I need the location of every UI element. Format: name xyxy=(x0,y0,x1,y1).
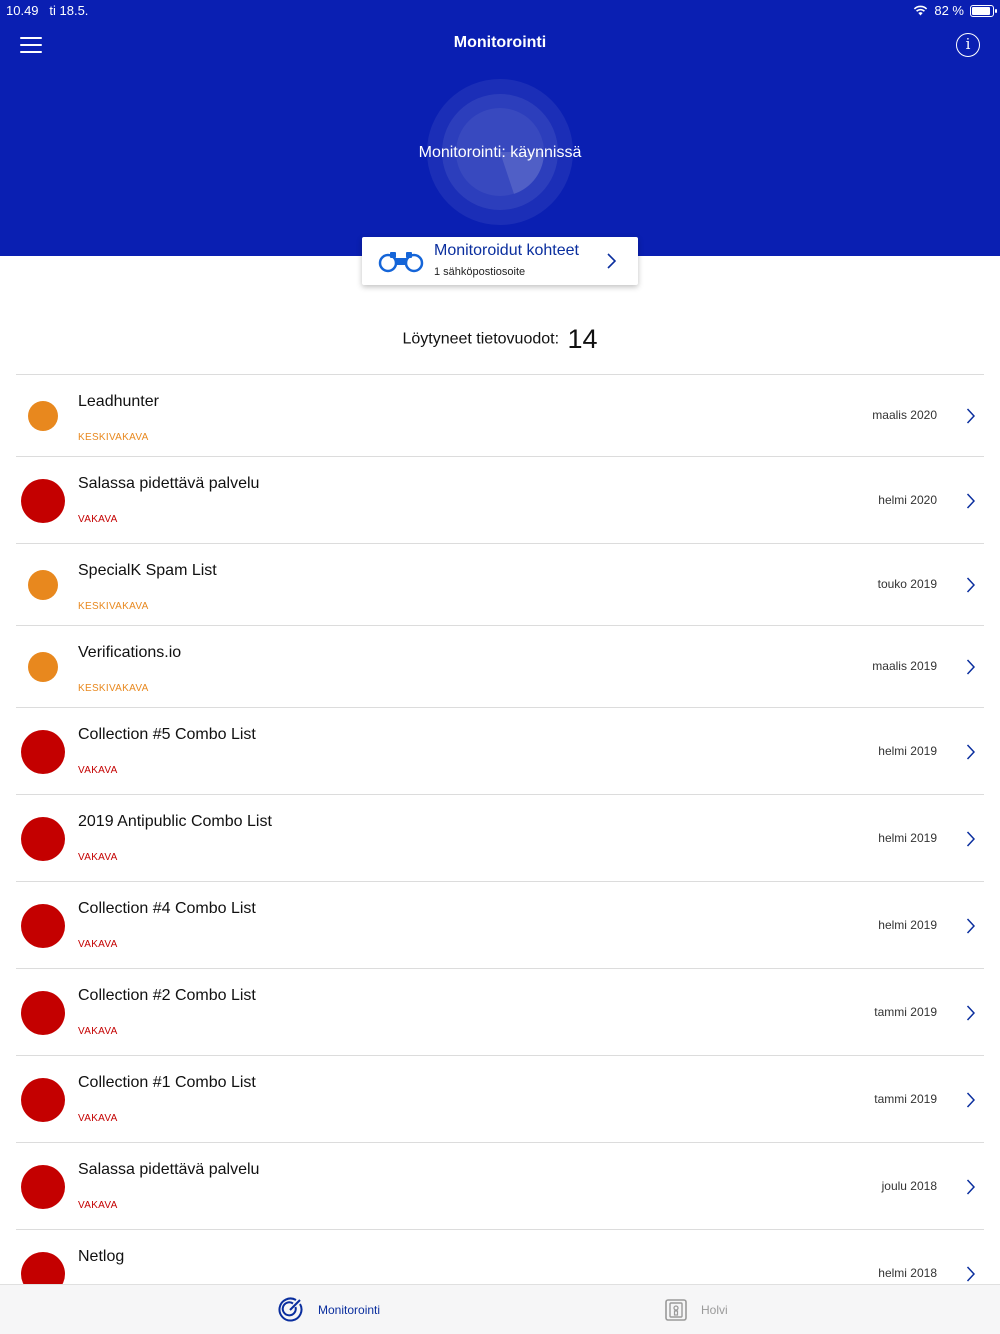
breach-name: Collection #1 Combo List xyxy=(78,1074,256,1091)
binoculars-icon xyxy=(378,252,424,273)
breach-row[interactable]: Leadhunter KESKIVAKAVA maalis 2020 xyxy=(16,374,984,456)
severity-dot-high xyxy=(21,1078,65,1122)
breach-name: Salassa pidettävä palvelu xyxy=(78,1161,260,1178)
breach-date: joulu 2018 xyxy=(881,1179,937,1193)
status-right: 82 % xyxy=(913,3,997,18)
breach-row[interactable]: Verifications.io KESKIVAKAVA maalis 2019 xyxy=(16,625,984,707)
breach-row[interactable]: Salassa pidettävä palvelu VAKAVA joulu 201… xyxy=(16,1142,984,1229)
breach-date: helmi 2019 xyxy=(878,744,937,758)
chevron-right-icon xyxy=(966,831,975,847)
tab-bar: Monitorointi Holvi xyxy=(0,1284,1000,1334)
severity-dot-high xyxy=(21,479,65,523)
chevron-right-icon xyxy=(966,1179,975,1195)
monitored-items-title: Monitoroidut kohteet xyxy=(434,242,579,259)
monitored-items-subtitle: 1 sähköpostiosoite xyxy=(434,266,526,278)
info-icon[interactable]: i xyxy=(956,33,980,57)
chevron-right-icon xyxy=(966,493,975,509)
breach-name: Leadhunter xyxy=(78,393,159,410)
severity-dot-medium xyxy=(28,652,58,682)
breach-severity: VAKAVA xyxy=(78,765,118,776)
breach-name: Netlog xyxy=(78,1248,125,1265)
tab-vault[interactable]: Holvi xyxy=(665,1285,728,1334)
severity-dot-high xyxy=(21,904,65,948)
chevron-right-icon xyxy=(966,408,975,424)
breach-severity: VAKAVA xyxy=(78,852,118,863)
breach-severity: VAKAVA xyxy=(78,514,118,525)
breach-severity: VAKAVA xyxy=(78,1113,118,1124)
breach-date: maalis 2019 xyxy=(872,659,937,673)
breach-date: helmi 2018 xyxy=(878,1266,937,1280)
battery-percent: 82 % xyxy=(934,3,964,18)
breach-severity: KESKIVAKAVA xyxy=(78,601,149,612)
header-banner: 10.49 ti 18.5. 82 % Monitorointi i Monit… xyxy=(0,0,1000,256)
tab-monitoring[interactable]: Monitorointi xyxy=(276,1285,380,1334)
breach-date: touko 2019 xyxy=(877,577,937,591)
breach-date: tammi 2019 xyxy=(874,1005,937,1019)
breach-row[interactable]: Collection #2 Combo List VAKAVA tammi 2019 xyxy=(16,968,984,1055)
breach-name: Verifications.io xyxy=(78,644,182,661)
breach-count-value: 14 xyxy=(567,324,598,354)
monitoring-status: Monitorointi: käynnissä xyxy=(418,144,582,161)
radar-icon xyxy=(278,1297,303,1322)
chevron-right-icon xyxy=(966,659,975,675)
breach-list: Leadhunter KESKIVAKAVA maalis 2020 Salassa … xyxy=(16,374,984,1316)
page-title: Monitorointi xyxy=(453,34,547,51)
breach-severity: KESKIVAKAVA xyxy=(78,432,149,443)
breach-date: helmi 2020 xyxy=(878,493,937,507)
severity-dot-high xyxy=(21,991,65,1035)
breach-severity: VAKAVA xyxy=(78,1200,118,1211)
breach-name: Collection #4 Combo List xyxy=(78,900,256,917)
severity-dot-medium xyxy=(28,570,58,600)
tab-vault-label: Holvi xyxy=(701,1303,728,1317)
status-bar: 10.49 ti 18.5. 82 % xyxy=(0,0,1000,22)
breach-name: 2019 Antipublic Combo List xyxy=(78,813,272,830)
severity-dot-high xyxy=(21,730,65,774)
chevron-right-icon xyxy=(607,253,616,269)
breach-count: Löytyneet tietovuodot: 14 xyxy=(0,324,1000,355)
breach-severity: VAKAVA xyxy=(78,939,118,950)
breach-name: Collection #5 Combo List xyxy=(78,726,256,743)
breach-row[interactable]: SpecialK Spam List KESKIVAKAVA touko 2019 xyxy=(16,543,984,625)
breach-severity: KESKIVAKAVA xyxy=(78,683,149,694)
breach-row[interactable]: Salassa pidettävä palvelu VAKAVA helmi 202… xyxy=(16,456,984,543)
battery-icon xyxy=(970,4,997,17)
chevron-right-icon xyxy=(966,1092,975,1108)
breach-row[interactable]: Collection #1 Combo List VAKAVA tammi 2019 xyxy=(16,1055,984,1142)
breach-name: Collection #2 Combo List xyxy=(78,987,256,1004)
breach-date: tammi 2019 xyxy=(874,1092,937,1106)
chevron-right-icon xyxy=(966,918,975,934)
breach-severity: VAKAVA xyxy=(78,1026,118,1037)
chevron-right-icon xyxy=(966,1005,975,1021)
monitored-items-card[interactable]: Monitoroidut kohteet 1 sähköpostiosoite xyxy=(362,237,638,285)
chevron-right-icon xyxy=(966,577,975,593)
breach-name: SpecialK Spam List xyxy=(78,562,217,579)
wifi-icon xyxy=(914,5,928,16)
tab-monitoring-label: Monitorointi xyxy=(318,1303,381,1317)
breach-name: Salassa pidettävä palvelu xyxy=(78,475,260,492)
vault-icon xyxy=(665,1299,687,1321)
breach-date: maalis 2020 xyxy=(872,408,937,422)
breach-date: helmi 2019 xyxy=(878,918,937,932)
breach-row[interactable]: 2019 Antipublic Combo List VAKAVA helmi 20… xyxy=(16,794,984,881)
chevron-right-icon xyxy=(966,744,975,760)
severity-dot-medium xyxy=(28,401,58,431)
breach-count-label: Löytyneet tietovuodot: xyxy=(402,330,560,348)
chevron-right-icon xyxy=(966,1266,975,1282)
severity-dot-high xyxy=(21,1165,65,1209)
breach-row[interactable]: Collection #4 Combo List VAKAVA helmi 2019 xyxy=(16,881,984,968)
breach-row[interactable]: Collection #5 Combo List VAKAVA helmi 2019 xyxy=(16,707,984,794)
status-time: 10.49 ti 18.5. xyxy=(6,3,89,18)
breach-date: helmi 2019 xyxy=(878,831,937,845)
severity-dot-high xyxy=(21,817,65,861)
